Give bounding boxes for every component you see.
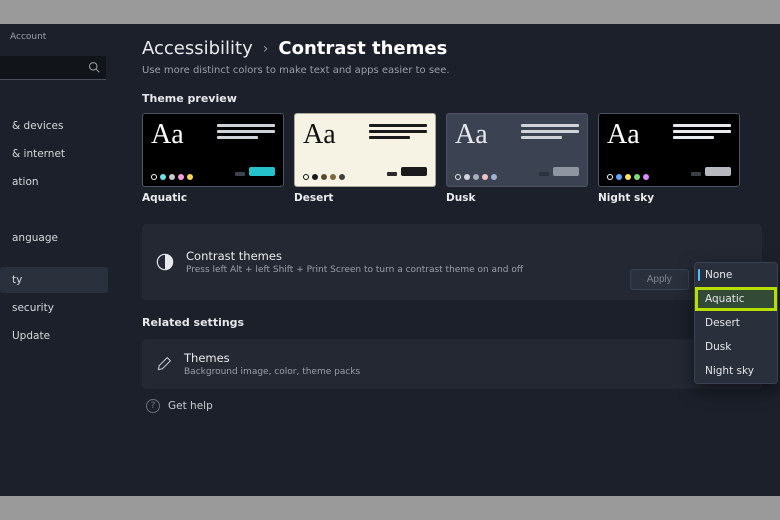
sidebar-item-internet[interactable]: & internet — [0, 141, 108, 167]
theme-card-night-sky[interactable]: Aa — [598, 113, 740, 187]
sidebar: Account & devices & internet ation angua… — [0, 24, 112, 496]
brush-icon — [156, 356, 172, 372]
theme-card-aquatic[interactable]: Aa — [142, 113, 284, 187]
breadcrumb: Accessibility › Contrast themes — [142, 38, 762, 59]
get-help-label: Get help — [168, 400, 213, 412]
get-help-row[interactable]: ? Get help — [142, 399, 762, 413]
apply-button[interactable]: Apply — [630, 269, 689, 290]
dropdown-item-dusk[interactable]: Dusk — [695, 335, 777, 359]
theme-label: Night sky — [598, 192, 740, 204]
sidebar-nav: & devices & internet ation anguage ty se… — [0, 98, 112, 350]
sidebar-item-update[interactable]: Update — [0, 323, 108, 349]
theme-preview-heading: Theme preview — [142, 92, 762, 105]
themes-link-row[interactable]: Themes Background image, color, theme pa… — [142, 339, 762, 389]
dropdown-item-night-sky[interactable]: Night sky — [695, 359, 777, 383]
search-icon — [88, 61, 100, 73]
main-content: Accessibility › Contrast themes Use more… — [112, 24, 780, 496]
sample-text-icon: Aa — [607, 122, 640, 180]
sidebar-item-devices[interactable]: & devices — [0, 113, 108, 139]
setting-title: Contrast themes — [186, 249, 748, 263]
account-label[interactable]: Account — [0, 24, 112, 52]
page-title: Contrast themes — [278, 38, 447, 59]
sample-text-icon: Aa — [303, 122, 336, 180]
sidebar-item-accessibility[interactable]: ty — [0, 267, 108, 293]
theme-label: Dusk — [446, 192, 588, 204]
contrast-themes-setting-row: Contrast themes Press left Alt + left Sh… — [142, 224, 762, 300]
chevron-right-icon: › — [263, 41, 269, 57]
sidebar-item-ation[interactable]: ation — [0, 169, 108, 195]
theme-label: Aquatic — [142, 192, 284, 204]
dropdown-item-desert[interactable]: Desert — [695, 311, 777, 335]
theme-dropdown-flyout: None Aquatic Desert Dusk Night sky — [694, 262, 778, 384]
themes-sub: Background image, color, theme packs — [184, 367, 748, 377]
settings-window: Account & devices & internet ation angua… — [0, 24, 780, 496]
sample-text-icon: Aa — [455, 122, 488, 180]
theme-card-dusk[interactable]: Aa — [446, 113, 588, 187]
help-icon: ? — [146, 399, 160, 413]
page-description: Use more distinct colors to make text an… — [142, 65, 762, 76]
breadcrumb-parent[interactable]: Accessibility — [142, 38, 253, 59]
theme-preview-grid: Aa Aquatic Aa Desert — [142, 113, 762, 204]
dropdown-item-aquatic[interactable]: Aquatic — [695, 287, 777, 311]
theme-label: Desert — [294, 192, 436, 204]
contrast-icon — [156, 253, 174, 271]
theme-card-desert[interactable]: Aa — [294, 113, 436, 187]
related-settings-heading: Related settings — [142, 316, 762, 329]
themes-title: Themes — [184, 351, 748, 365]
sample-text-icon: Aa — [151, 122, 184, 180]
sidebar-item-security[interactable]: security — [0, 295, 108, 321]
search-wrap — [0, 56, 106, 80]
sidebar-item-language[interactable]: anguage — [0, 225, 108, 251]
dropdown-item-none[interactable]: None — [695, 263, 777, 287]
